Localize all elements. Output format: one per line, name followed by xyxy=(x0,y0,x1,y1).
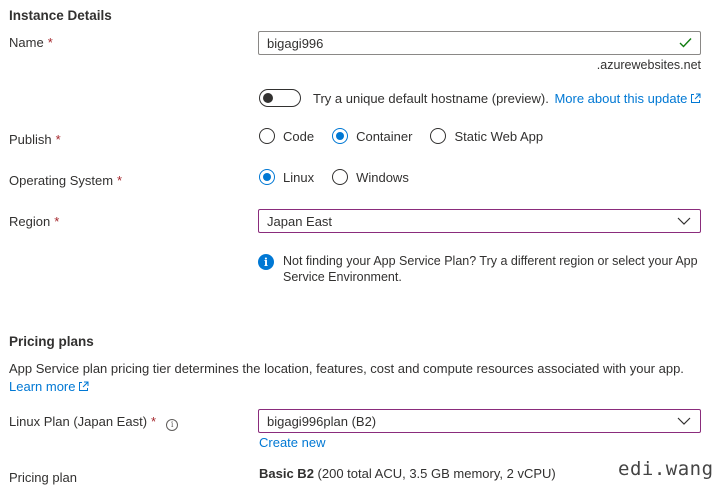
pricing-plans-heading: Pricing plans xyxy=(9,334,94,349)
required-marker: * xyxy=(54,214,60,229)
learn-more-link[interactable]: Learn more xyxy=(9,379,89,394)
region-info-message: Not finding your App Service Plan? Try a… xyxy=(283,253,703,285)
pricing-description-text: App Service plan pricing tier determines… xyxy=(9,361,684,376)
hostname-toggle-label: Try a unique default hostname (preview). xyxy=(313,91,549,106)
name-input-value: bigagi996 xyxy=(267,35,324,51)
linux-plan-dropdown[interactable]: bigagi996plan (B2) xyxy=(258,409,701,433)
publish-option-static-web-app[interactable]: Static Web App xyxy=(430,128,543,144)
publish-label-text: Publish xyxy=(9,132,52,147)
region-label-text: Region xyxy=(9,214,51,229)
publish-option-container-label: Container xyxy=(356,128,413,144)
os-option-linux[interactable]: Linux xyxy=(259,169,314,185)
domain-suffix: .azurewebsites.net xyxy=(596,58,701,72)
required-marker: * xyxy=(47,35,53,50)
region-info-line-2: Service Environment. xyxy=(283,270,402,284)
publish-option-container[interactable]: Container xyxy=(332,128,412,144)
more-about-update-text: More about this update xyxy=(554,91,688,106)
radio-button[interactable] xyxy=(259,128,275,144)
toggle-knob xyxy=(263,93,273,103)
publish-radio-group: Code Container Static Web App xyxy=(259,128,561,144)
required-marker: * xyxy=(117,173,123,188)
name-label-text: Name xyxy=(9,35,44,50)
publish-option-static-web-app-label: Static Web App xyxy=(454,128,544,144)
pricing-description: App Service plan pricing tier determines… xyxy=(9,360,709,397)
region-label: Region * xyxy=(9,214,59,229)
external-link-icon xyxy=(78,379,89,397)
publish-option-code-label: Code xyxy=(283,128,315,144)
info-icon[interactable]: i xyxy=(166,418,179,431)
external-link-icon xyxy=(690,92,701,107)
checkmark-icon xyxy=(679,36,692,50)
more-about-update-link[interactable]: More about this update xyxy=(554,91,701,106)
radio-button[interactable] xyxy=(332,169,349,185)
chevron-down-icon xyxy=(676,413,692,429)
os-label: Operating System * xyxy=(9,173,122,188)
name-input[interactable]: bigagi996 xyxy=(258,31,701,55)
watermark: edi.wang xyxy=(618,458,714,480)
os-label-text: Operating System xyxy=(9,173,114,188)
linux-plan-label: Linux Plan (Japan East) * i xyxy=(9,414,179,431)
name-label: Name * xyxy=(9,35,53,50)
os-radio-group: Linux Windows xyxy=(259,169,427,185)
hostname-toggle-row: Try a unique default hostname (preview).… xyxy=(313,91,701,107)
learn-more-text: Learn more xyxy=(9,379,76,394)
os-option-linux-label: Linux xyxy=(283,169,315,185)
create-new-plan-link[interactable]: Create new xyxy=(259,435,325,450)
info-icon: i xyxy=(258,254,274,270)
linux-plan-label-text: Linux Plan (Japan East) xyxy=(9,414,148,429)
radio-button-selected[interactable] xyxy=(332,128,349,144)
chevron-down-icon xyxy=(676,213,692,229)
os-option-windows-label: Windows xyxy=(356,169,409,185)
required-marker: * xyxy=(55,132,61,147)
pricing-plan-name: Basic B2 xyxy=(259,466,314,481)
radio-button-selected[interactable] xyxy=(259,169,275,185)
publish-option-code[interactable]: Code xyxy=(259,128,314,144)
pricing-plan-value: Basic B2 (200 total ACU, 3.5 GB memory, … xyxy=(259,466,556,481)
unique-hostname-toggle[interactable] xyxy=(259,89,301,107)
os-option-windows[interactable]: Windows xyxy=(332,169,409,185)
required-marker: * xyxy=(151,414,157,429)
pricing-plan-detail: (200 total ACU, 3.5 GB memory, 2 vCPU) xyxy=(317,466,556,481)
instance-details-heading: Instance Details xyxy=(9,8,112,23)
publish-label: Publish * xyxy=(9,132,61,147)
region-info-line-1: Not finding your App Service Plan? Try a… xyxy=(283,254,698,268)
region-dropdown-value: Japan East xyxy=(267,213,333,229)
radio-button[interactable] xyxy=(430,128,447,144)
pricing-plan-label: Pricing plan xyxy=(9,470,77,485)
region-dropdown[interactable]: Japan East xyxy=(258,209,701,233)
linux-plan-dropdown-value: bigagi996plan (B2) xyxy=(267,413,377,429)
